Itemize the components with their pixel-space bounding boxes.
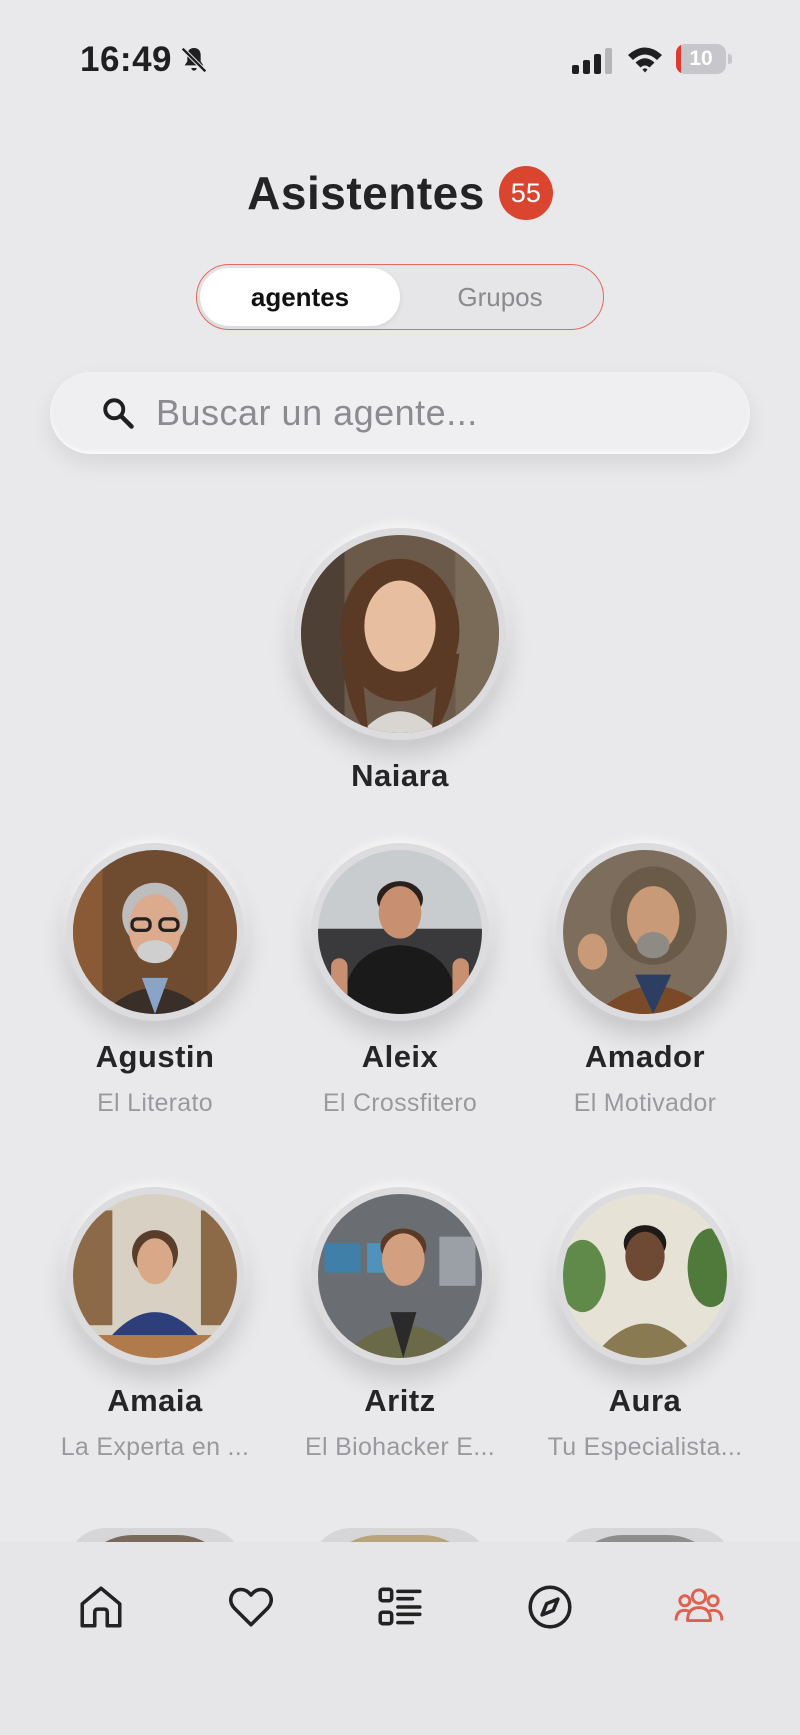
search-icon bbox=[103, 398, 134, 429]
avatar-photo bbox=[301, 535, 499, 733]
agents-groups-toggle: agentes Grupos bbox=[196, 264, 604, 330]
avatar bbox=[563, 850, 727, 1014]
tab-grupos[interactable]: Grupos bbox=[400, 268, 600, 326]
avatar-photo bbox=[73, 850, 237, 1014]
agent-name: Amaia bbox=[107, 1383, 203, 1418]
agent-card-aritz[interactable]: Aritz El Biohacker E... bbox=[280, 1187, 520, 1462]
avatar-photo bbox=[73, 1194, 237, 1358]
nav-favorites[interactable] bbox=[206, 1582, 296, 1672]
battery-indicator: 10 bbox=[676, 44, 732, 74]
agent-card-agustin[interactable]: Agustin El Literato bbox=[35, 843, 275, 1118]
avatar bbox=[563, 1194, 727, 1358]
agent-role: El Motivador bbox=[573, 1089, 717, 1117]
avatar-frame bbox=[66, 1187, 244, 1365]
avatar-photo bbox=[318, 1194, 482, 1358]
search-bar[interactable] bbox=[50, 372, 750, 454]
status-time: 16:49 bbox=[80, 40, 173, 79]
battery-level-text: 10 bbox=[689, 47, 713, 70]
bottom-nav bbox=[0, 1542, 800, 1735]
home-icon bbox=[80, 1586, 122, 1628]
nav-list[interactable] bbox=[355, 1582, 445, 1672]
heart-icon bbox=[228, 1587, 273, 1627]
agent-name: Amador bbox=[584, 1039, 706, 1074]
agent-name: Aritz bbox=[364, 1383, 436, 1418]
users-icon bbox=[674, 1588, 724, 1622]
avatar-photo bbox=[563, 850, 727, 1014]
agent-name: Aura bbox=[608, 1383, 682, 1418]
avatar bbox=[301, 535, 499, 733]
status-bar: 16:49 10 bbox=[0, 0, 800, 120]
agent-card-featured[interactable]: Naiara bbox=[290, 528, 510, 794]
avatar-frame bbox=[556, 1187, 734, 1365]
avatar-frame bbox=[311, 843, 489, 1021]
search-input[interactable] bbox=[156, 392, 716, 434]
avatar-frame bbox=[556, 843, 734, 1021]
agent-card-aura[interactable]: Aura Tu Especialista... bbox=[525, 1187, 765, 1462]
cellular-signal-icon bbox=[572, 48, 612, 74]
agent-name: Aleix bbox=[361, 1039, 439, 1074]
agent-role: La Experta en ... bbox=[60, 1433, 250, 1461]
compass-icon bbox=[527, 1585, 572, 1629]
agent-card-aleix[interactable]: Aleix El Crossfitero bbox=[280, 843, 520, 1118]
avatar-frame bbox=[311, 1187, 489, 1365]
bell-off-icon bbox=[181, 47, 207, 73]
agent-role: El Literato bbox=[97, 1089, 213, 1117]
count-badge: 55 bbox=[498, 166, 553, 220]
page-header: Asistentes 55 bbox=[0, 162, 800, 224]
nav-home[interactable] bbox=[56, 1582, 146, 1672]
nav-assistants[interactable] bbox=[654, 1582, 744, 1672]
avatar bbox=[73, 1194, 237, 1358]
tab-agentes[interactable]: agentes bbox=[200, 268, 400, 326]
avatar bbox=[73, 850, 237, 1014]
avatar bbox=[318, 1194, 482, 1358]
agent-role: El Biohacker E... bbox=[305, 1433, 495, 1461]
agent-name: Naiara bbox=[351, 758, 449, 793]
nav-explore[interactable] bbox=[505, 1582, 595, 1672]
avatar-frame bbox=[66, 843, 244, 1021]
agent-role: Tu Especialista... bbox=[547, 1433, 743, 1461]
list-icon bbox=[378, 1587, 422, 1626]
agent-card-amaia[interactable]: Amaia La Experta en ... bbox=[35, 1187, 275, 1462]
avatar-photo bbox=[318, 850, 482, 1014]
agent-name: Agustin bbox=[95, 1039, 215, 1074]
agent-card-amador[interactable]: Amador El Motivador bbox=[525, 843, 765, 1118]
page-title: Asistentes bbox=[247, 167, 485, 219]
avatar-frame bbox=[294, 528, 506, 740]
avatar-photo bbox=[563, 1194, 727, 1358]
wifi-icon bbox=[628, 47, 662, 73]
avatar bbox=[318, 850, 482, 1014]
agent-role: El Crossfitero bbox=[322, 1089, 478, 1117]
